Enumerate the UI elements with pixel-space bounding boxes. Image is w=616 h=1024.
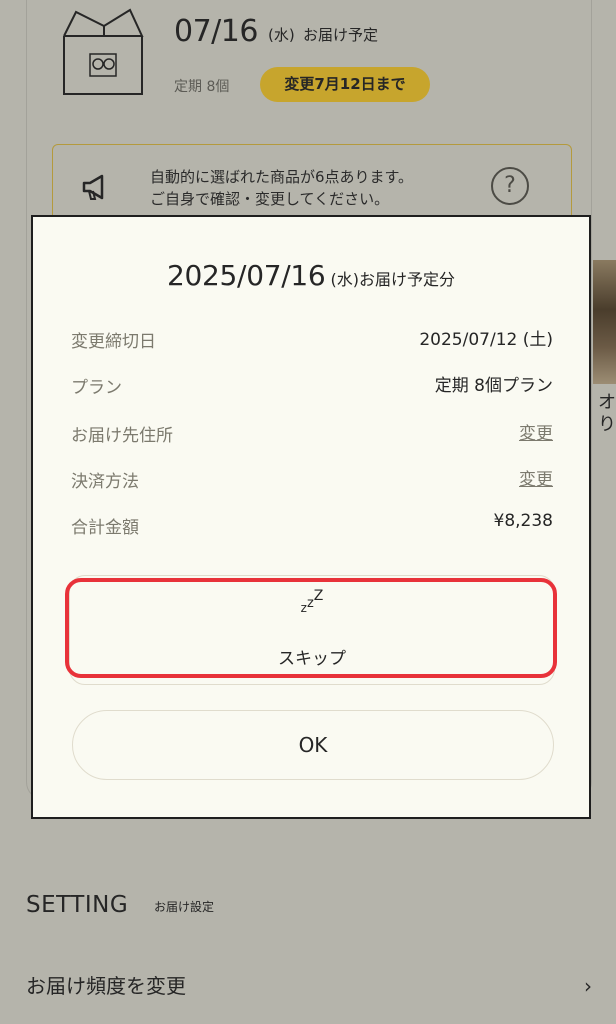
change-payment-link[interactable]: 変更 <box>519 465 553 490</box>
notice-text: 自動的に選ばれた商品が6点あります。 ご自身で確認・変更してください。 <box>150 166 413 210</box>
change-frequency-row[interactable]: お届け頻度を変更 › <box>0 950 616 1024</box>
delivery-day-of-week: (水) <box>268 26 295 44</box>
total-value: ¥8,238 <box>493 511 553 531</box>
modal-title: 2025/07/16 (水)お届け予定分 <box>33 259 589 292</box>
plan-row: プラン 定期 8個プラン <box>71 369 553 399</box>
modal-title-date: 2025/07/16 <box>167 259 326 292</box>
setting-section-title: SETTING <box>26 892 129 918</box>
plan-summary: 定期 8個 <box>174 79 230 95</box>
deadline-label: 変更締切日 <box>71 332 156 352</box>
delivery-detail-modal: 2025/07/16 (水)お届け予定分 変更締切日 2025/07/12 (土… <box>31 215 591 819</box>
sleep-zz-icon: zzZ <box>300 588 324 615</box>
chevron-right-icon: › <box>584 974 592 998</box>
change-address-link[interactable]: 変更 <box>519 419 553 444</box>
ok-button[interactable]: OK <box>72 710 554 780</box>
payment-label: 決済方法 <box>71 472 139 492</box>
plan-value: 定期 8個プラン <box>434 376 553 396</box>
address-row: お届け先住所 変更 <box>71 417 553 447</box>
delivery-box-icon <box>63 8 144 95</box>
address-label: お届け先住所 <box>71 426 173 446</box>
delivery-date: 07/16 <box>174 14 258 49</box>
help-icon[interactable]: ? <box>491 167 529 205</box>
total-label: 合計金額 <box>71 518 139 538</box>
change-deadline-badge: 変更7月12日まで <box>260 67 430 102</box>
skip-button[interactable]: zzZ スキップ <box>69 575 555 685</box>
setting-section-subtitle: お届け設定 <box>154 900 215 914</box>
megaphone-icon <box>82 174 104 200</box>
modal-title-dow: (水) <box>330 270 359 289</box>
total-row: 合計金額 ¥8,238 <box>71 509 553 539</box>
plan-label: プラン <box>71 378 122 398</box>
deadline-row: 変更締切日 2025/07/12 (土) <box>71 323 553 353</box>
product-thumbnail[interactable] <box>593 260 616 384</box>
skip-label: スキップ <box>278 649 346 669</box>
payment-row: 決済方法 変更 <box>71 463 553 493</box>
modal-title-suffix: お届け予定分 <box>358 270 455 289</box>
change-frequency-label: お届け頻度を変更 <box>26 974 186 998</box>
notice-line-2: ご自身で確認・変更してください。 <box>150 190 390 208</box>
deadline-value: 2025/07/12 (土) <box>419 330 553 350</box>
product-name-fragment: オり <box>598 392 616 435</box>
delivery-label: お届け予定 <box>303 26 379 44</box>
notice-line-1: 自動的に選ばれた商品が6点あります。 <box>150 168 414 186</box>
